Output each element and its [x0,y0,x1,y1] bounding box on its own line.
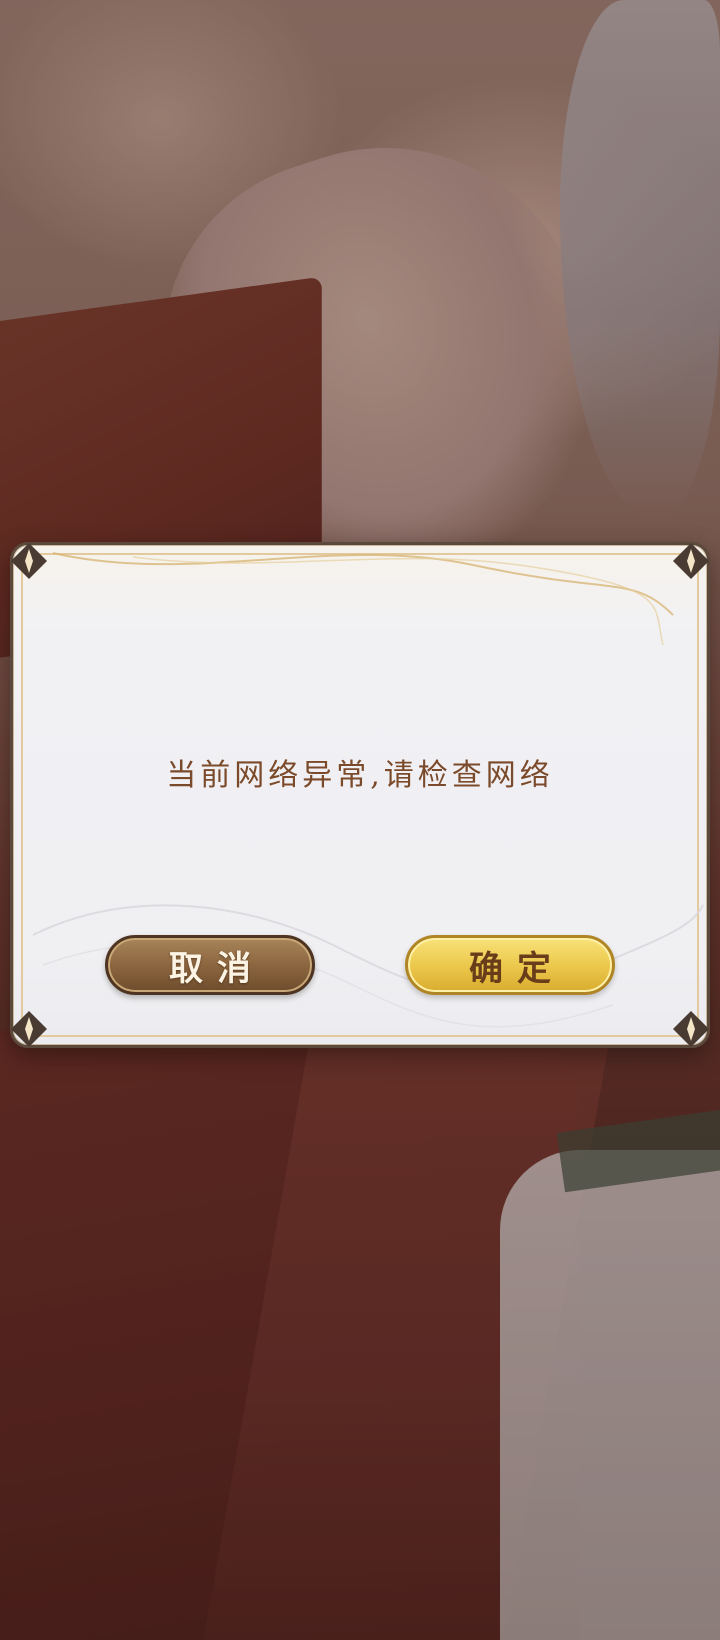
ornament-corner-icon [11,543,47,579]
ornament-corner-icon [11,1011,47,1047]
cancel-button[interactable]: 取消 [105,935,315,995]
game-background: 当前网络异常,请检查网络 取消 确定 [0,0,720,1640]
network-error-dialog: 当前网络异常,请检查网络 取消 确定 [10,542,710,1048]
confirm-button[interactable]: 确定 [405,935,615,995]
ornament-corner-icon [673,543,709,579]
ornament-corner-icon [673,1011,709,1047]
dialog-message: 当前网络异常,请检查网络 [166,758,554,793]
